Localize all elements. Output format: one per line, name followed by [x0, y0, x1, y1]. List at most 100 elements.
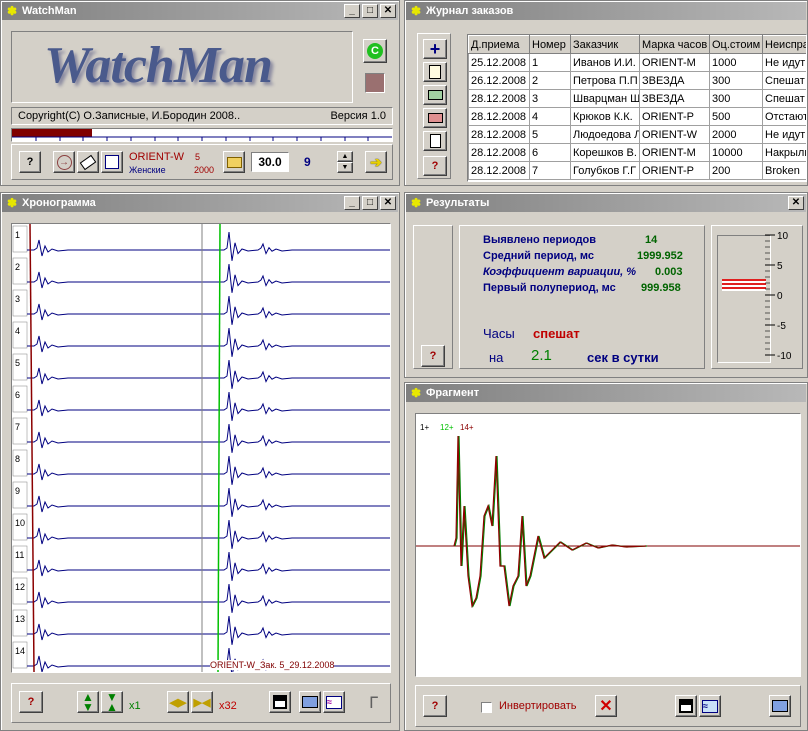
table-cell[interactable]: 2	[529, 71, 571, 90]
trace-line	[27, 455, 390, 485]
table-cell[interactable]: Людоедова Л	[570, 125, 640, 144]
print-red-button[interactable]	[423, 108, 447, 128]
journal-help-button[interactable]: ?	[423, 156, 447, 176]
table-cell[interactable]: ORIENT-P	[639, 107, 710, 126]
zoom-y-out-button[interactable]: ▼ ▲	[101, 691, 123, 713]
table-cell[interactable]: 6	[529, 143, 571, 162]
table-cell[interactable]: 1	[529, 53, 571, 72]
chrono-help-button[interactable]: ?	[19, 691, 43, 713]
table-cell[interactable]: Крюков К.К.	[570, 107, 640, 126]
table-cell[interactable]: ЗВЕЗДА	[639, 71, 710, 90]
table-cell[interactable]: Отстают	[762, 107, 806, 126]
column-header[interactable]: Оц.стоим	[709, 35, 763, 54]
table-row[interactable]: 28.12.2008 7 Голубков Г.Г ORIENT-P 200 Broken	[468, 161, 806, 180]
table-row[interactable]: 28.12.2008 4 Крюков К.К. ORIENT-P 500 Отстают	[468, 107, 806, 126]
table-cell[interactable]: ORIENT-M	[639, 53, 710, 72]
add-order-button[interactable]: +	[423, 39, 447, 59]
invert-checkbox[interactable]	[481, 702, 492, 713]
table-cell[interactable]: Иванов И.И.	[570, 53, 640, 72]
open-folder-button[interactable]	[223, 151, 245, 173]
table-cell[interactable]: 4	[529, 107, 571, 126]
column-header[interactable]: Д.приема	[468, 35, 530, 54]
row-label: 8	[15, 454, 20, 464]
next-button[interactable]: ➔	[365, 151, 387, 173]
column-header[interactable]: Заказчик	[570, 35, 640, 54]
edit-order-button[interactable]	[423, 62, 447, 82]
table-cell[interactable]: Не идут	[762, 125, 806, 144]
maximize-button[interactable]: □	[362, 196, 378, 210]
table-cell[interactable]: 28.12.2008	[468, 143, 530, 162]
results-help-button[interactable]: ?	[421, 345, 445, 367]
table-cell[interactable]: 2000	[709, 125, 763, 144]
table-cell[interactable]: Шварцман Ш	[570, 89, 640, 108]
table-cell[interactable]: Корешков В.	[570, 143, 640, 162]
table-cell[interactable]: Спешат	[762, 89, 806, 108]
table-cell[interactable]: 10000	[709, 143, 763, 162]
eraser-button[interactable]	[77, 151, 99, 173]
column-header[interactable]: Неиспра	[762, 35, 806, 54]
table-cell[interactable]: 28.12.2008	[468, 107, 530, 126]
table-cell[interactable]: ORIENT-P	[639, 161, 710, 180]
table-cell[interactable]: 300	[709, 89, 763, 108]
fragment-snapshot-button[interactable]	[769, 695, 791, 717]
table-cell[interactable]: 28.12.2008	[468, 125, 530, 144]
spin-up-button[interactable]: ▲	[337, 151, 353, 162]
year-text: 2000	[194, 165, 215, 175]
column-header[interactable]: Номер	[529, 35, 571, 54]
help-button[interactable]: ?	[19, 151, 41, 173]
table-cell[interactable]: ORIENT-M	[639, 143, 710, 162]
table-cell[interactable]: Голубков Г.Г	[570, 161, 640, 180]
close-button[interactable]: ✕	[380, 196, 396, 210]
table-cell[interactable]: 5	[529, 125, 571, 144]
table-cell[interactable]: Петрова П.П	[570, 71, 640, 90]
minimize-button[interactable]: _	[344, 196, 360, 210]
fragment-canvas[interactable]: 1+ 12+ 14+	[415, 413, 801, 677]
document-button[interactable]	[423, 131, 447, 151]
zoom-x-in-button[interactable]: ◀▶	[167, 691, 189, 713]
calibrate-button[interactable]	[101, 151, 123, 173]
column-header[interactable]: Марка часов	[639, 35, 710, 54]
graph-button[interactable]: ≈	[323, 691, 345, 713]
table-cell[interactable]: 300	[709, 71, 763, 90]
table-cell[interactable]: Не идут	[762, 53, 806, 72]
close-button[interactable]: ✕	[380, 4, 396, 18]
table-cell[interactable]: 500	[709, 107, 763, 126]
table-row[interactable]: 26.12.2008 2 Петрова П.П ЗВЕЗДА 300 Спешат	[468, 71, 806, 90]
expand-vertical-icon: ▲ ▼	[82, 690, 94, 714]
zoom-x-out-button[interactable]: ▶◀	[191, 691, 213, 713]
table-row[interactable]: 25.12.2008 1 Иванов И.И. ORIENT-M 1000 Не иду…	[468, 53, 806, 72]
spin-down-button[interactable]: ▼	[337, 162, 353, 173]
zoom-y-in-button[interactable]: ▲ ▼	[77, 691, 99, 713]
fragment-help-button[interactable]: ?	[423, 695, 447, 717]
table-cell[interactable]: ORIENT-W	[639, 125, 710, 144]
arrow-button[interactable]: →	[53, 151, 75, 173]
table-cell[interactable]: 3	[529, 89, 571, 108]
value-input[interactable]: 30.0	[251, 152, 289, 172]
snapshot-button[interactable]	[299, 691, 321, 713]
table-cell[interactable]: 28.12.2008	[468, 161, 530, 180]
minimize-button[interactable]: _	[344, 4, 360, 18]
table-cell[interactable]: 1000	[709, 53, 763, 72]
save-button[interactable]	[269, 691, 291, 713]
table-row[interactable]: 28.12.2008 6 Корешков В. ORIENT-M 10000 Накры…	[468, 143, 806, 162]
table-cell[interactable]: 26.12.2008	[468, 71, 530, 90]
chronogram-canvas[interactable]: 1 2 3 4 5 6 7 8 9 10 11 12 13 14 ORIENT-W_Зак. 5_29.1…	[11, 223, 391, 673]
table-cell[interactable]: Спешат	[762, 71, 806, 90]
table-row[interactable]: 28.12.2008 5 Людоедова Л ORIENT-W 2000 Не иду…	[468, 125, 806, 144]
cancel-button[interactable]: ✕	[595, 695, 617, 717]
table-row[interactable]: 28.12.2008 3 Шварцман Ш ЗВЕЗДА 300 Спешат	[468, 89, 806, 108]
refresh-button[interactable]: C	[363, 39, 387, 63]
table-cell[interactable]: 25.12.2008	[468, 53, 530, 72]
fragment-save-button[interactable]	[675, 695, 697, 717]
table-cell[interactable]: ЗВЕЗДА	[639, 89, 710, 108]
fragment-graph-button[interactable]: ≈	[699, 695, 721, 717]
table-cell[interactable]: 200	[709, 161, 763, 180]
table-cell[interactable]: 28.12.2008	[468, 89, 530, 108]
trace-line	[27, 263, 390, 293]
table-cell[interactable]: Накрылис	[762, 143, 806, 162]
table-cell[interactable]: 7	[529, 161, 571, 180]
table-cell[interactable]: Broken	[762, 161, 806, 180]
print-button[interactable]	[423, 85, 447, 105]
close-button[interactable]: ✕	[788, 196, 804, 210]
maximize-button[interactable]: □	[362, 4, 378, 18]
